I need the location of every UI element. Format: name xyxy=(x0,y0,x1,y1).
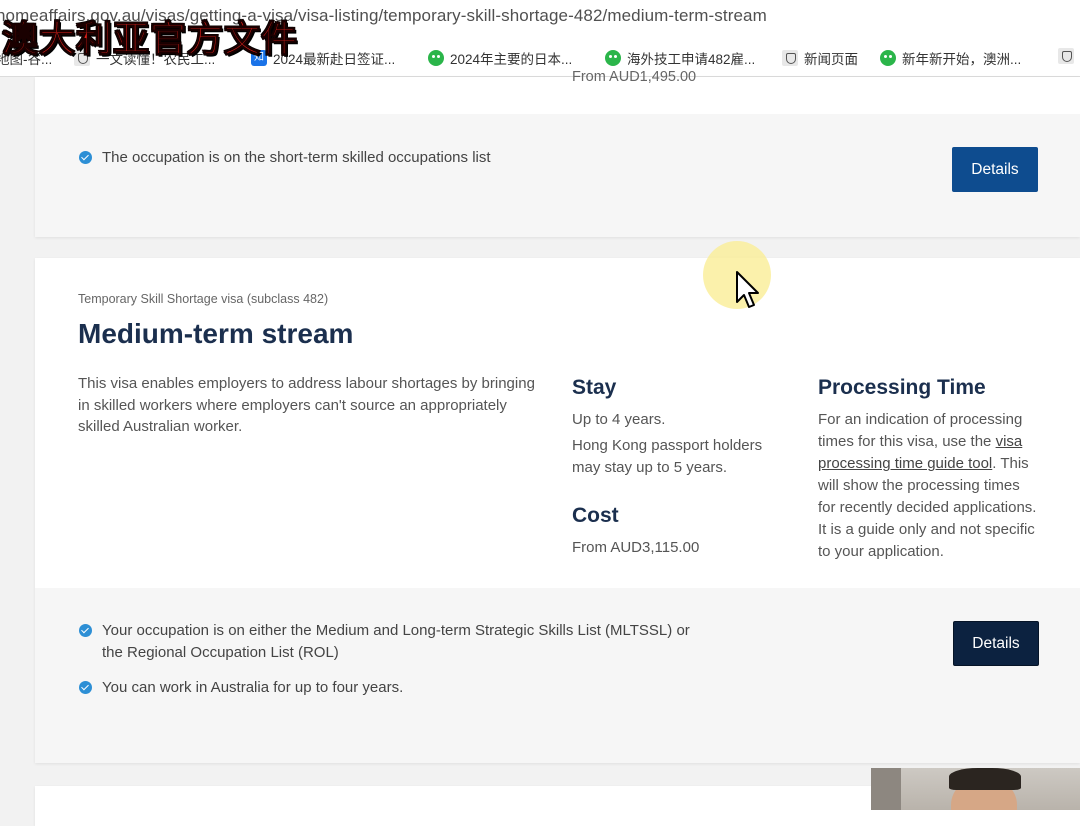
wechat-icon xyxy=(605,50,621,66)
presenter-hair xyxy=(949,768,1021,790)
medium-term-stream-card: Temporary Skill Shortage visa (subclass … xyxy=(35,258,1080,763)
bookmark-label: 2024年主要的日本... xyxy=(450,52,573,67)
cost-value: From AUD3,115.00 xyxy=(572,539,700,556)
criterion-text: Your occupation is on either the Medium … xyxy=(102,622,690,661)
bookmark-label: 新闻页面 xyxy=(804,52,858,67)
criterion-item: Your occupation is on either the Medium … xyxy=(79,620,699,664)
processing-text-before: For an indication of processing times fo… xyxy=(818,411,1023,450)
criteria-panel: Your occupation is on either the Medium … xyxy=(35,588,1080,763)
bookmark-item[interactable]: 新年新开始，澳洲... xyxy=(880,48,1021,68)
visa-subtitle: Temporary Skill Shortage visa (subclass … xyxy=(78,292,329,306)
wechat-icon xyxy=(428,50,444,66)
video-overlay-title: 澳大利亚官方文件 xyxy=(1,18,299,60)
gov-emblem-icon xyxy=(1058,48,1074,64)
stay-heading: Stay xyxy=(572,376,617,399)
cost-heading: Cost xyxy=(572,504,619,527)
processing-time-text: For an indication of processing times fo… xyxy=(818,409,1038,563)
criterion-text: The occupation is on the short-term skil… xyxy=(102,149,491,166)
stay-duration: Up to 4 years. xyxy=(572,411,666,428)
short-term-stream-card: From AUD1,495.00 The occupation is on th… xyxy=(35,69,1080,237)
stream-title: Medium-term stream xyxy=(78,318,354,349)
criterion-item: You can work in Australia for up to four… xyxy=(79,677,403,699)
criterion-text: You can work in Australia for up to four… xyxy=(102,679,404,696)
wechat-icon xyxy=(880,50,896,66)
details-button[interactable]: Details xyxy=(953,621,1039,666)
stay-note: Hong Kong passport holders may stay up t… xyxy=(572,437,763,476)
webcam-background xyxy=(871,768,901,810)
processing-time-heading: Processing Time xyxy=(818,376,986,399)
details-button[interactable]: Details xyxy=(952,147,1038,192)
criterion-item: The occupation is on the short-term skil… xyxy=(79,147,491,169)
criteria-panel: The occupation is on the short-term skil… xyxy=(35,114,1080,237)
webcam-thumbnail xyxy=(871,768,1080,810)
check-circle-icon xyxy=(79,681,92,694)
bookmark-item[interactable]: 新闻页面 xyxy=(782,48,858,68)
bookmark-item[interactable]: 2024年主要的日本... xyxy=(428,48,572,68)
bookmark-label: 海外技工申请482雇... xyxy=(627,52,756,67)
bookmark-item[interactable]: 海外技工申请482雇... xyxy=(605,48,755,68)
mouse-cursor-icon xyxy=(736,271,759,308)
check-circle-icon xyxy=(79,151,92,164)
bookmark-item[interactable] xyxy=(1058,48,1080,64)
cost-value: From AUD1,495.00 xyxy=(572,69,697,85)
gov-emblem-icon xyxy=(782,50,798,66)
stream-description: This visa enables employers to address l… xyxy=(78,375,535,435)
bookmark-label: 新年新开始，澳洲... xyxy=(902,52,1022,67)
check-circle-icon xyxy=(79,624,92,637)
